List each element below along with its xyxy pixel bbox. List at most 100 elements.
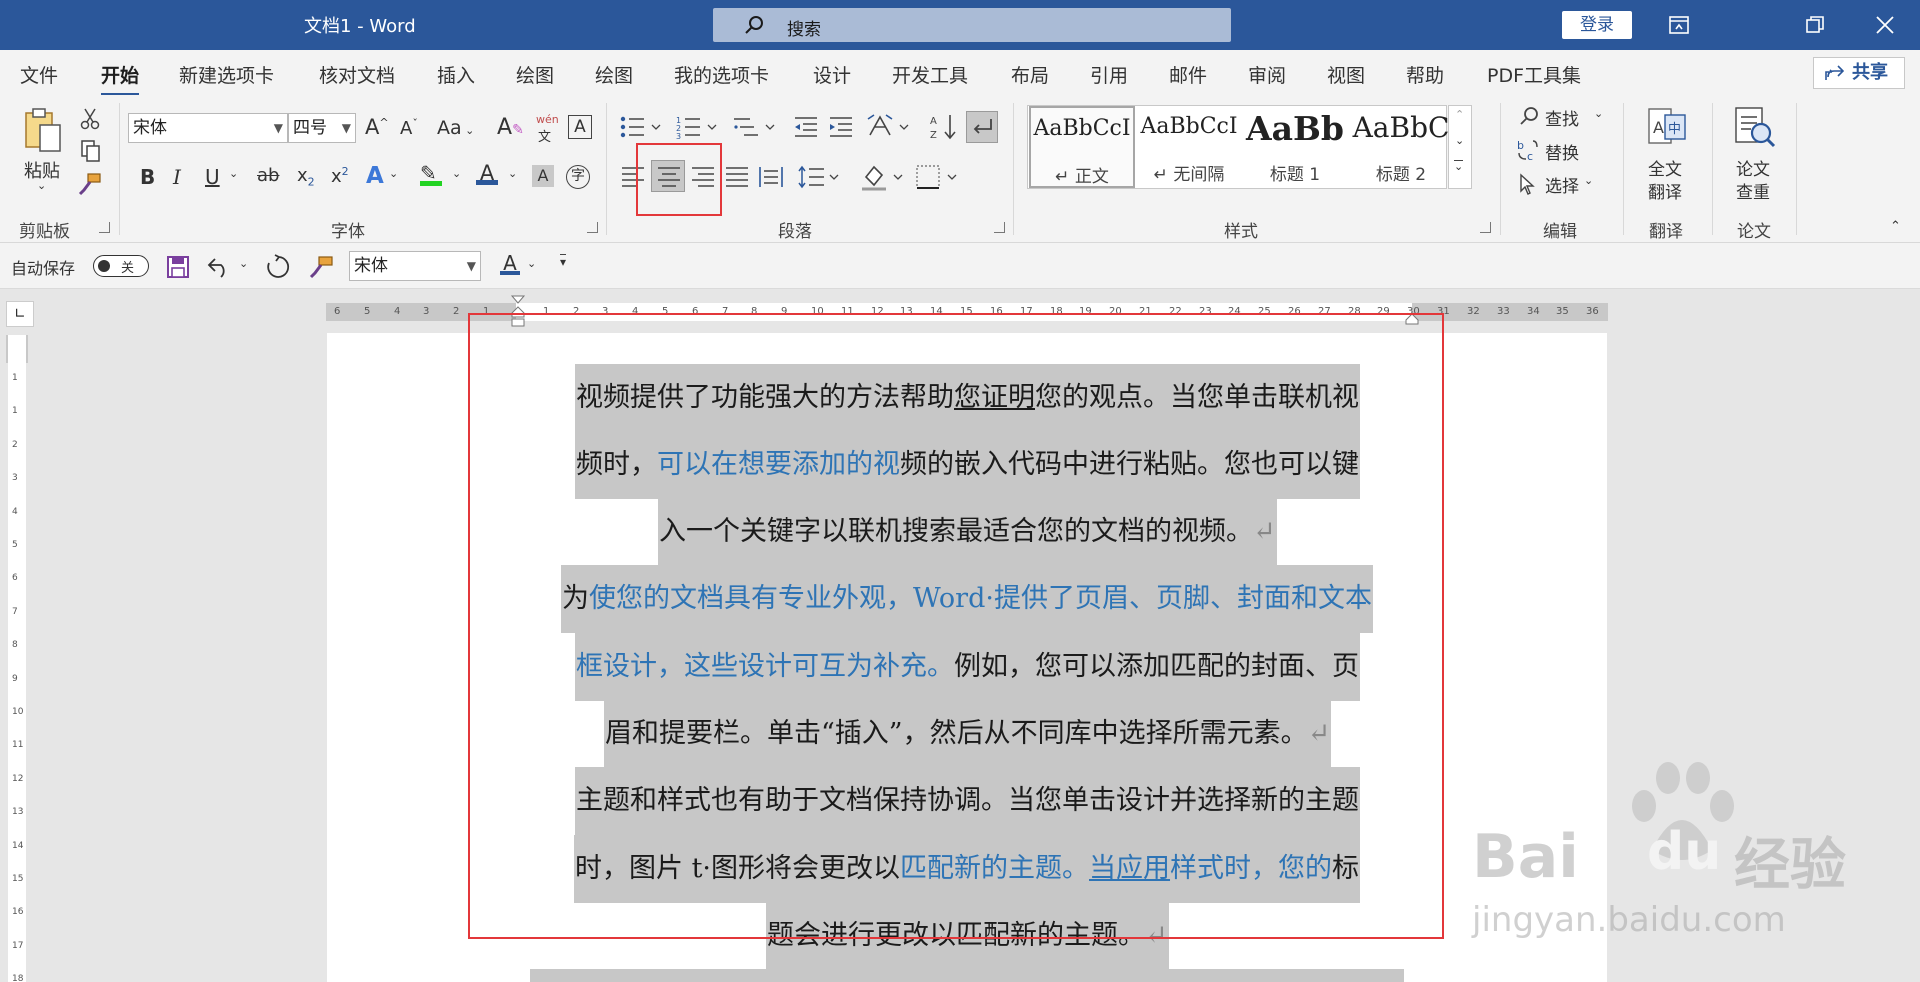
tab-draw-1[interactable]: 绘图 — [516, 61, 554, 88]
find-button[interactable]: 查找 — [1545, 105, 1579, 130]
vertical-ruler[interactable]: 1 1 2 3 4 5 6 7 8 9 10 11 12 13 14 15 16 17 18 — [8, 335, 26, 982]
show-hide-marks-button[interactable] — [966, 111, 998, 143]
font-color-icon[interactable]: A — [476, 161, 498, 185]
line-spacing-icon[interactable] — [798, 165, 844, 189]
autosave-toggle[interactable]: 关 — [93, 255, 149, 277]
subscript-button[interactable]: x2 — [297, 165, 315, 189]
scroll-down-icon[interactable]: ⌄ — [1455, 134, 1464, 147]
distributed-icon[interactable] — [758, 165, 784, 189]
change-case-button[interactable]: Aa ⌄ — [437, 117, 474, 139]
character-shading-icon[interactable]: A — [532, 165, 554, 187]
copy-icon[interactable] — [79, 139, 101, 163]
tab-developer[interactable]: 开发工具 — [892, 61, 968, 88]
font-name-combo[interactable]: 宋体 ▼ — [128, 113, 288, 143]
undo-icon[interactable] — [207, 255, 233, 279]
clear-format-icon[interactable]: A✎ — [497, 115, 524, 140]
phonetic-guide-button[interactable]: wén 文 — [536, 113, 559, 145]
tab-file[interactable]: 文件 — [20, 61, 58, 88]
chevron-down-icon[interactable]: ⌄ — [389, 167, 398, 180]
sort-icon[interactable]: AZ — [930, 113, 958, 141]
style-heading-2[interactable]: AaBbC 标题 2 — [1348, 106, 1454, 188]
multilevel-list-icon[interactable] — [732, 115, 778, 139]
chevron-down-icon[interactable]: ⌄ — [508, 167, 517, 180]
paste-icon[interactable] — [22, 107, 64, 157]
shading-icon[interactable] — [860, 163, 906, 191]
font-launcher-icon[interactable] — [587, 222, 598, 233]
full-translate-label[interactable]: 全文 — [1648, 155, 1682, 180]
shrink-font-button[interactable]: Aˇ — [400, 117, 418, 139]
justify-icon[interactable] — [724, 165, 750, 189]
format-painter-icon[interactable] — [78, 172, 102, 196]
numbering-icon[interactable]: 123 — [676, 115, 720, 139]
chevron-down-icon[interactable]: ⌄ — [527, 257, 536, 270]
chevron-down-icon[interactable]: ⌄ — [239, 257, 248, 270]
strikethrough-button[interactable]: ab — [257, 165, 279, 186]
chevron-down-icon[interactable]: ⌄ — [1594, 107, 1603, 120]
cut-icon[interactable] — [79, 107, 101, 131]
tab-pdf-tools[interactable]: PDF工具集 — [1487, 61, 1581, 88]
collapse-ribbon-icon[interactable]: ⌃ — [1890, 219, 1901, 234]
tab-references[interactable]: 引用 — [1090, 61, 1128, 88]
style-normal[interactable]: AaBbCcI ↵ 正文 — [1029, 106, 1135, 188]
close-icon[interactable] — [1872, 12, 1898, 38]
tab-proofread[interactable]: 核对文档 — [319, 61, 395, 88]
chevron-down-icon[interactable]: ⌄ — [229, 167, 238, 180]
tab-layout[interactable]: 布局 — [1011, 61, 1049, 88]
qat-font-combo[interactable]: 宋体 ▼ — [349, 251, 481, 281]
redo-icon[interactable] — [264, 254, 290, 280]
save-icon[interactable] — [166, 255, 190, 279]
replace-button[interactable]: 替换 — [1545, 139, 1579, 164]
translate-icon[interactable]: A中 — [1645, 105, 1689, 149]
bold-button[interactable]: B — [140, 165, 155, 189]
grow-font-button[interactable]: A^ — [365, 115, 389, 139]
italic-button[interactable]: I — [173, 165, 181, 189]
tab-review[interactable]: 审阅 — [1248, 61, 1286, 88]
select-button[interactable]: 选择 — [1545, 172, 1579, 197]
tab-new-tab[interactable]: 新建选项卡 — [179, 61, 274, 88]
increase-indent-icon[interactable] — [828, 115, 854, 139]
tab-design[interactable]: 设计 — [813, 61, 851, 88]
paper-label[interactable]: 论文 — [1736, 155, 1770, 180]
tab-mailings[interactable]: 邮件 — [1169, 61, 1207, 88]
style-heading-1[interactable]: AaBb 标题 1 — [1242, 106, 1348, 188]
qat-font-color-icon[interactable]: A — [500, 251, 520, 275]
paste-dropdown-icon[interactable]: ⌄ — [37, 179, 46, 192]
highlight-icon[interactable]: ✎ — [420, 161, 442, 186]
tab-view[interactable]: 视图 — [1327, 61, 1365, 88]
tab-home[interactable]: 开始 — [101, 61, 140, 96]
tab-my-tab[interactable]: 我的选项卡 — [674, 61, 769, 88]
clipboard-launcher-icon[interactable] — [99, 222, 110, 233]
font-size-combo[interactable]: 四号 ▼ — [288, 113, 356, 143]
decrease-indent-icon[interactable] — [793, 115, 819, 139]
borders-icon[interactable] — [914, 163, 960, 191]
scroll-up-icon[interactable]: ⌃ — [1455, 108, 1464, 121]
check-duplicate-label[interactable]: 查重 — [1736, 178, 1770, 203]
login-button[interactable]: 登录 — [1562, 11, 1632, 39]
translate-group-label: 翻译 — [1649, 222, 1683, 242]
chevron-down-icon[interactable]: ⌄ — [1584, 174, 1593, 187]
restore-icon[interactable] — [1802, 12, 1828, 38]
customize-qat-icon[interactable]: ▾ — [560, 254, 567, 269]
styles-more-icon[interactable]: ⌄ — [1454, 160, 1464, 173]
underline-button[interactable]: U — [205, 165, 220, 189]
character-border-icon[interactable]: A — [568, 115, 592, 139]
chevron-down-icon[interactable]: ⌄ — [452, 167, 461, 180]
enclose-characters-icon[interactable]: 字 — [566, 165, 590, 189]
superscript-button[interactable]: x2 — [331, 165, 349, 187]
tab-help[interactable]: 帮助 — [1406, 61, 1444, 88]
translate-label[interactable]: 翻译 — [1648, 178, 1682, 203]
tab-insert[interactable]: 插入 — [437, 61, 475, 88]
tab-draw-2[interactable]: 绘图 — [595, 61, 633, 88]
format-painter-icon[interactable] — [308, 255, 334, 279]
share-button[interactable]: 共享 — [1813, 57, 1905, 89]
text-effects-icon[interactable]: A — [366, 163, 384, 189]
ribbon-display-icon[interactable] — [1666, 12, 1692, 38]
search-box[interactable]: 搜索 — [713, 8, 1231, 42]
styles-launcher-icon[interactable] — [1480, 222, 1491, 233]
paragraph-launcher-icon[interactable] — [994, 222, 1005, 233]
bullets-icon[interactable] — [620, 115, 664, 139]
style-no-spacing[interactable]: AaBbCcI ↵ 无间隔 — [1136, 106, 1242, 188]
tab-stop-selector[interactable]: ∟ — [6, 301, 34, 327]
paper-check-icon[interactable] — [1731, 105, 1777, 151]
chinese-layout-icon[interactable] — [866, 113, 914, 141]
